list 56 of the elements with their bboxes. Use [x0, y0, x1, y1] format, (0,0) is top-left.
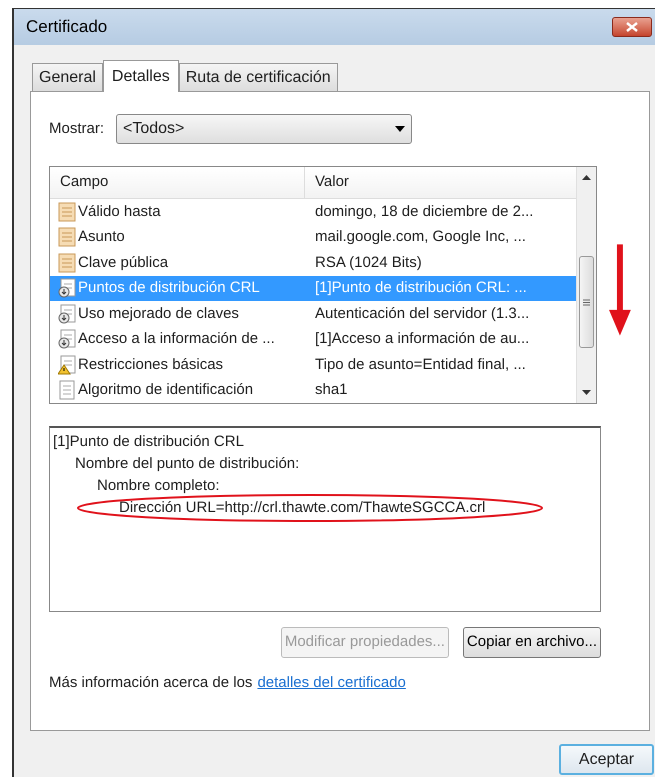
details-link[interactable]: detalles del certificado [257, 672, 406, 694]
show-label: Mostrar: [49, 118, 104, 139]
tab[interactable]: Detalles [102, 60, 179, 92]
field-name: Acceso a la información de ... [78, 329, 275, 349]
tab[interactable]: General [32, 63, 103, 91]
field-value: Autenticación del servidor (1.3... [314, 304, 530, 324]
grip-icon [583, 298, 590, 306]
detail-line: Dirección URL=http://crl.thawte.com/ThawteSGCCA.crl [119, 499, 486, 516]
close-icon [626, 22, 638, 32]
scroll-down-icon [582, 390, 592, 395]
column-header[interactable]: Valor [305, 167, 576, 198]
document-icon [58, 252, 76, 273]
dropdown-arrow-icon [395, 126, 406, 132]
field-row[interactable]: Asunto mail.google.com, Google Inc, ... [50, 224, 576, 250]
document-warning-icon [58, 354, 76, 375]
info-text: Más información acerca de los [49, 673, 252, 693]
field-name: Uso mejorado de claves [78, 304, 239, 324]
field-name: Algoritmo de identificación [78, 380, 254, 400]
document-icon [58, 227, 76, 248]
detail-line: Nombre completo: [97, 477, 220, 494]
scrollbar[interactable] [576, 167, 596, 403]
down-arrow-icon [609, 244, 631, 336]
field-row[interactable]: Uso mejorado de claves Autenticación del servidor (1.3... [50, 301, 576, 326]
field-row[interactable]: Clave pública RSA (1024 Bits) [50, 250, 576, 276]
field-name: Restricciones básicas [78, 354, 224, 374]
field-row[interactable]: Algoritmo de identificación sha1 [50, 378, 576, 403]
document-download-icon [58, 304, 76, 324]
field-row[interactable]: Válido hasta domingo, 18 de diciembre de 2... [50, 199, 576, 224]
column-header[interactable]: Campo [50, 167, 305, 198]
document-icon [58, 202, 76, 222]
tab[interactable]: Ruta de certificación [178, 63, 338, 91]
scroll-up-icon [582, 175, 592, 180]
window-title: Certificado [26, 16, 108, 38]
show-dropdown[interactable]: <Todos> [116, 114, 412, 144]
field-value: sha1 [314, 380, 348, 400]
field-name: Válido hasta [78, 202, 161, 222]
field-value: RSA (1024 Bits) [314, 252, 422, 272]
field-name: Clave pública [78, 252, 168, 272]
field-value: [1]Punto de distribución CRL: ... [314, 278, 527, 298]
field-value: domingo, 18 de diciembre de 2... [314, 202, 534, 222]
detail-line: Nombre del punto de distribución: [75, 455, 300, 472]
close-button[interactable] [612, 17, 652, 37]
accept-button[interactable]: Aceptar [559, 744, 654, 775]
field-row[interactable]: Acceso a la información de ... [1]Acceso a información de au... [50, 326, 576, 352]
document-download-icon [58, 329, 76, 350]
field-row[interactable]: Restricciones básicas Tipo de asunto=Entidad final, ... [50, 352, 576, 378]
field-value: [1]Acceso a información de au... [314, 329, 530, 349]
field-name: Asunto [78, 227, 125, 247]
document-download-icon [58, 278, 76, 298]
action-button[interactable]: Copiar en archivo... [462, 627, 601, 658]
field-name: Puntos de distribución CRL [78, 278, 260, 298]
scroll-thumb[interactable] [579, 256, 594, 348]
field-value: Tipo de asunto=Entidad final, ... [314, 354, 526, 374]
document-icon [58, 380, 76, 400]
field-value: mail.google.com, Google Inc, ... [314, 227, 526, 247]
detail-line: [1]Punto de distribución CRL [53, 433, 244, 450]
